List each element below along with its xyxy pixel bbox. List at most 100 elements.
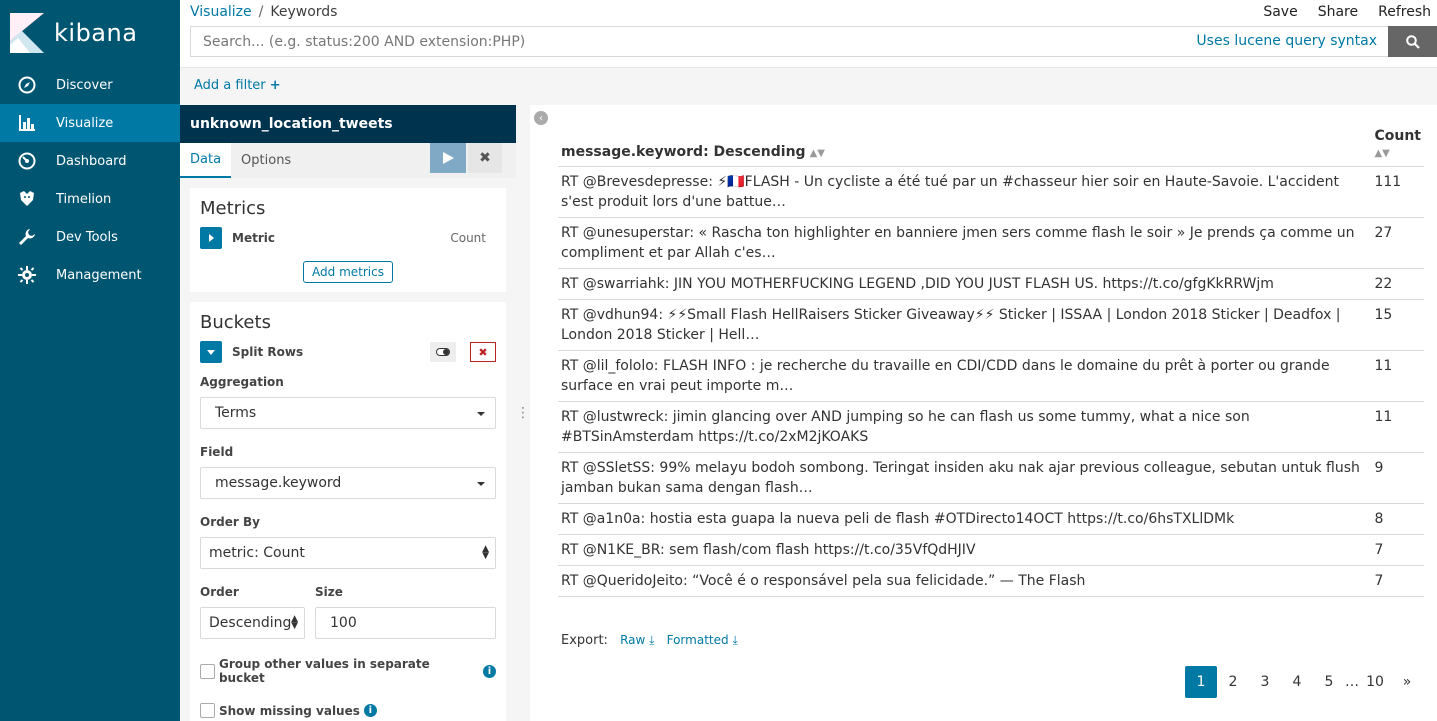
order-size-row: Order Descending ▲ ▼ Size 100 <box>200 569 496 639</box>
table-row: RT @SSletSS: 99% melayu bodoh sombong. T… <box>558 452 1424 504</box>
field-select[interactable]: message.keyword <box>200 467 496 499</box>
keyword-cell: RT @swarriahk: JIN YOU MOTHERFUCKING LEG… <box>558 268 1372 300</box>
chevron-right-icon <box>209 234 214 242</box>
order-select[interactable]: Descending ▲ ▼ <box>200 607 305 639</box>
table-header-row: message.keyword: Descending ▲▼ Count ▲▼ <box>558 125 1424 167</box>
nav-item-visualize[interactable]: Visualize <box>0 104 180 142</box>
export-formatted-label: Formatted <box>666 633 729 647</box>
count-cell: 11 <box>1371 401 1424 453</box>
count-cell: 7 <box>1371 534 1424 566</box>
export-label: Export: <box>561 633 608 648</box>
size-input[interactable]: 100 <box>315 607 496 639</box>
metric-agg-row[interactable]: Metric Count <box>200 227 496 249</box>
share-button[interactable]: Share <box>1318 4 1358 20</box>
index-pattern-title: unknown_location_tweets <box>180 105 516 143</box>
nav-item-dashboard[interactable]: Dashboard <box>0 142 180 180</box>
group-other-checkbox[interactable] <box>200 663 215 679</box>
order-by-select[interactable]: metric: Count ▲ ▼ <box>200 537 496 569</box>
export-bar: Export: Raw ⤓ Formatted ⤓ <box>561 633 738 648</box>
info-icon[interactable]: i <box>363 704 377 717</box>
collapse-sidebar-icon[interactable]: ‹ <box>534 111 548 125</box>
tab-data[interactable]: Data <box>180 143 232 178</box>
kibana-logo[interactable]: kibana <box>0 0 180 66</box>
panel-resizer[interactable]: ⋮ <box>516 105 530 721</box>
tab-options[interactable]: Options <box>231 143 301 178</box>
table-row: RT @N1KE_BR: sem flash/com flash https:/… <box>558 534 1424 566</box>
expand-metric-button[interactable] <box>200 227 222 249</box>
lucene-syntax-link[interactable]: Uses lucene query syntax <box>1196 33 1377 49</box>
group-other-label: Group other values in separate bucket <box>218 657 430 685</box>
page-4-button[interactable]: 4 <box>1281 666 1313 698</box>
count-column-header[interactable]: Count ▲▼ <box>1371 125 1424 167</box>
keyword-cell: RT @QueridoJeito: “Você é o responsável … <box>558 565 1372 597</box>
page-5-button[interactable]: 5 <box>1313 666 1345 698</box>
discard-changes-button[interactable]: ✖ <box>468 143 502 173</box>
nav-item-label: Dashboard <box>56 153 127 169</box>
breadcrumb: Visualize / Keywords <box>190 4 337 20</box>
size-value: 100 <box>330 615 357 631</box>
info-icon[interactable]: i <box>483 664 496 678</box>
order-group: Order Descending ▲ ▼ <box>200 569 305 639</box>
next-page-button[interactable]: » <box>1391 666 1423 698</box>
add-filter-link[interactable]: Add a filter + <box>194 78 281 93</box>
nav-item-label: Dev Tools <box>56 229 118 245</box>
keyword-cell: RT @SSletSS: 99% melayu bodoh sombong. T… <box>558 452 1372 504</box>
nav-item-timelion[interactable]: Timelion <box>0 180 180 218</box>
show-missing-checkbox[interactable] <box>200 703 215 718</box>
nav-item-discover[interactable]: Discover <box>0 66 180 104</box>
table-row: RT @QueridoJeito: “Você é o responsável … <box>558 565 1424 597</box>
keyword-cell: RT @vdhun94: ⚡⚡Small Flash HellRaisers S… <box>558 299 1372 351</box>
table-row: RT @lustwreck: jimin glancing over AND j… <box>558 401 1424 453</box>
brand-name: kibana <box>54 19 138 47</box>
download-icon: ⤓ <box>732 633 738 647</box>
count-cell: 111 <box>1371 166 1424 218</box>
split-rows-label: Split Rows <box>232 345 304 359</box>
plus-icon: + <box>269 78 281 93</box>
count-column-label: Count <box>1374 128 1421 144</box>
breadcrumb-visualize-link[interactable]: Visualize <box>190 4 252 20</box>
save-button[interactable]: Save <box>1263 4 1297 20</box>
page-3-button[interactable]: 3 <box>1249 666 1281 698</box>
count-cell: 15 <box>1371 299 1424 351</box>
size-label: Size <box>315 585 343 599</box>
keyword-cell: RT @unesuperstar: « Rascha ton highlight… <box>558 217 1372 269</box>
show-missing-row: Show missing values i <box>200 703 496 718</box>
nav-item-dev-tools[interactable]: Dev Tools <box>0 218 180 256</box>
apply-changes-button[interactable] <box>430 143 466 173</box>
search-icon <box>1405 34 1420 49</box>
keyword-column-header[interactable]: message.keyword: Descending ▲▼ <box>558 125 1372 167</box>
field-label: Field <box>200 445 234 459</box>
sort-icon: ▲▼ <box>809 148 825 159</box>
count-cell: 8 <box>1371 503 1424 535</box>
caret-down-icon <box>477 412 485 416</box>
aggregation-label: Aggregation <box>200 375 284 389</box>
top-bar: Visualize / Keywords Save Share Refresh Us… <box>180 0 1437 67</box>
table-row: RT @swarriahk: JIN YOU MOTHERFUCKING LEG… <box>558 268 1424 300</box>
page-last-button[interactable]: 10 <box>1359 666 1391 698</box>
remove-bucket-button[interactable]: ✖ <box>470 342 496 362</box>
count-cell: 11 <box>1371 350 1424 402</box>
search-button[interactable] <box>1388 26 1437 57</box>
nav-item-management[interactable]: Management <box>0 256 180 294</box>
refresh-button[interactable]: Refresh <box>1378 4 1431 20</box>
nav-item-label: Discover <box>56 77 113 93</box>
order-by-label: Order By <box>200 515 260 529</box>
metrics-card: Metrics Metric Count Add metrics <box>190 188 506 292</box>
table-row: RT @unesuperstar: « Rascha ton highlight… <box>558 217 1424 269</box>
toggle-bucket-button[interactable] <box>430 342 456 362</box>
chevron-down-icon <box>207 350 215 355</box>
page-1-button[interactable]: 1 <box>1185 666 1217 698</box>
add-metrics-button[interactable]: Add metrics <box>303 261 393 283</box>
page-2-button[interactable]: 2 <box>1217 666 1249 698</box>
buckets-title: Buckets <box>200 312 271 333</box>
pagination-ellipsis: … <box>1345 674 1359 690</box>
aggregation-select[interactable]: Terms <box>200 397 496 429</box>
table-row: RT @Brevesdepresse: ⚡🇫🇷FLASH - Un cyclis… <box>558 166 1424 218</box>
collapse-bucket-button[interactable] <box>200 341 222 363</box>
export-formatted-link[interactable]: Formatted ⤓ <box>667 633 738 647</box>
bar-chart-icon <box>18 114 36 132</box>
download-icon: ⤓ <box>649 633 655 647</box>
breadcrumb-current: Keywords <box>270 4 338 20</box>
keyword-cell: RT @N1KE_BR: sem flash/com flash https:/… <box>558 534 1372 566</box>
export-raw-link[interactable]: Raw ⤓ <box>620 633 654 647</box>
